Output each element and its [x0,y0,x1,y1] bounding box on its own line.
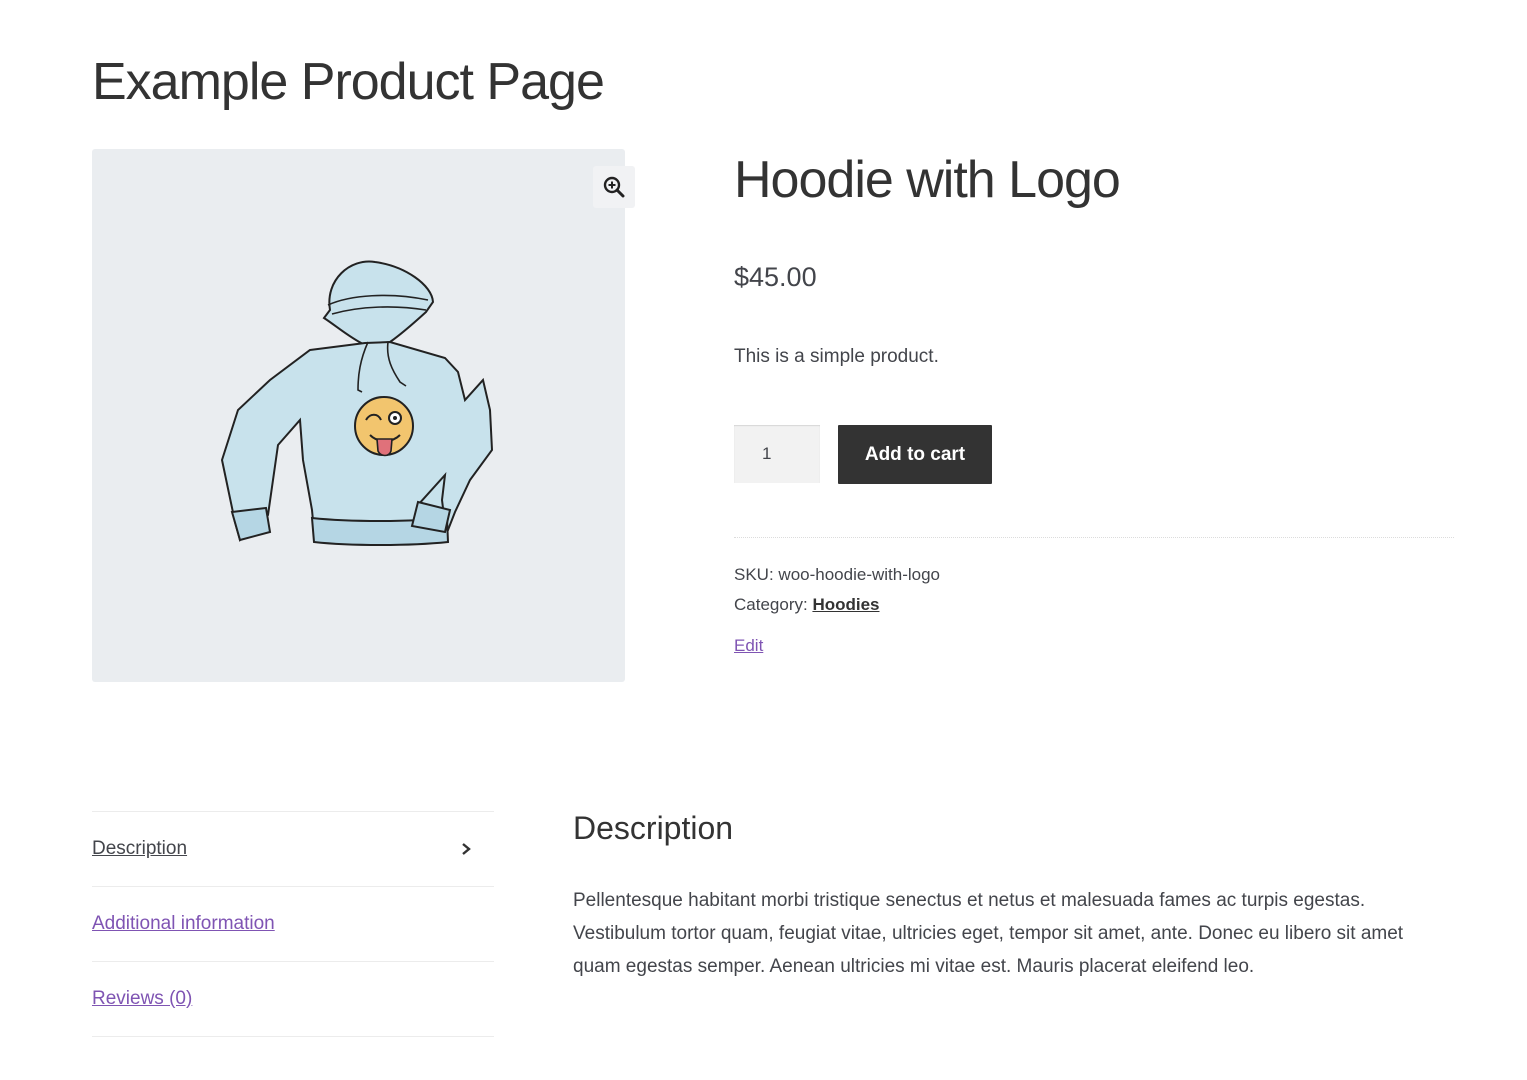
tab-additional-information-label[interactable]: Additional information [92,913,275,935]
category-link[interactable]: Hoodies [812,595,879,614]
tab-reviews-label[interactable]: Reviews (0) [92,988,192,1010]
tab-description[interactable]: Description [92,811,494,886]
chevron-right-icon [462,843,471,855]
divider [734,537,1454,538]
category-label: Category: [734,595,808,614]
description-heading: Description [573,810,734,846]
tab-description-label[interactable]: Description [92,838,187,860]
zoom-button[interactable] [593,166,635,208]
product-name: Hoodie with Logo [734,151,1121,209]
edit-link[interactable]: Edit [734,636,763,656]
page-title: Example Product Page [92,53,605,111]
category-row: Category: Hoodies [734,590,940,620]
quantity-input[interactable] [734,425,820,483]
product-price: $45.00 [734,262,817,292]
hoodie-illustration [220,260,494,546]
sku-label: SKU: [734,565,774,584]
add-to-cart-button[interactable]: Add to cart [838,425,992,484]
zoom-in-icon [603,176,625,198]
product-meta: SKU: woo-hoodie-with-logo Category: Hood… [734,560,940,620]
product-short-description: This is a simple product. [734,346,939,367]
tab-reviews[interactable]: Reviews (0) [92,961,494,1037]
product-tabs: Description Additional information Revie… [92,811,494,1037]
tab-additional-information[interactable]: Additional information [92,886,494,961]
sku-value: woo-hoodie-with-logo [778,565,941,584]
sku-row: SKU: woo-hoodie-with-logo [734,560,940,590]
description-text: Pellentesque habitant morbi tristique se… [573,890,1404,977]
